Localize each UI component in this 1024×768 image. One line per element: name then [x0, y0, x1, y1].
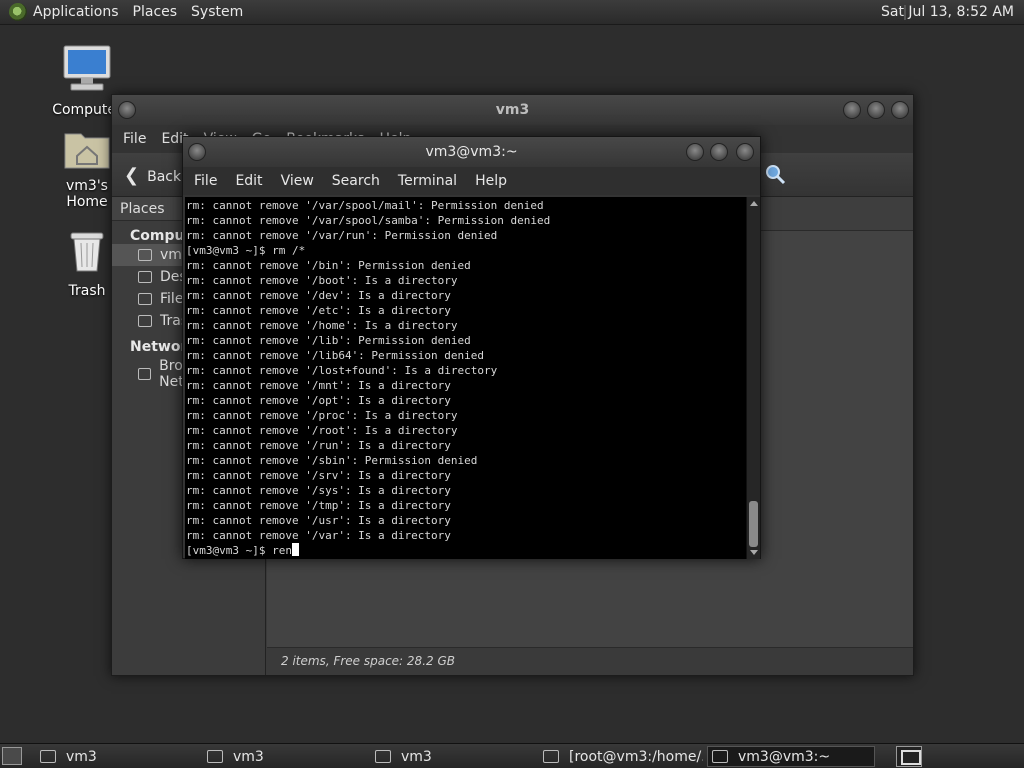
- taskbar-item-vm3-2[interactable]: vm3: [203, 746, 363, 767]
- terminal-prompt-line: [vm3@vm3 ~]$ ren: [186, 543, 746, 558]
- terminal-window[interactable]: vm3@vm3:~ File Edit View Search Terminal…: [182, 136, 761, 559]
- terminal-output-line: rm: cannot remove '/sys': Is a directory: [186, 484, 451, 497]
- terminal-output-line: rm: cannot remove '/mnt': Is a directory: [186, 379, 451, 392]
- fm-menu-file[interactable]: File: [123, 131, 146, 147]
- terminal-output-line: rm: cannot remove '/var/spool/mail': Per…: [186, 199, 544, 212]
- bottom-taskbar: vm3 vm3 vm3 [root@vm3:/home/... vm3@vm3:…: [0, 743, 1024, 768]
- terminal-input[interactable]: ren: [272, 544, 292, 557]
- search-icon[interactable]: [764, 163, 786, 185]
- taskbar-item-vm3-1[interactable]: vm3: [36, 746, 196, 767]
- terminal-window-title: vm3@vm3:~: [425, 144, 518, 160]
- desktop-icon: [138, 271, 152, 283]
- terminal-titlebar[interactable]: vm3@vm3:~: [183, 137, 760, 167]
- back-label: Back: [147, 169, 182, 185]
- terminal-output-line: rm: cannot remove '/etc': Is a directory: [186, 304, 451, 317]
- terminal-output-line: rm: cannot remove '/var/run': Permission…: [186, 229, 498, 242]
- trash-icon: [138, 315, 152, 327]
- taskbar-item-label: vm3: [233, 748, 264, 765]
- scroll-up-icon[interactable]: [750, 201, 758, 206]
- home-folder-icon: [64, 133, 110, 169]
- taskbar-item-label: vm3: [66, 748, 97, 765]
- terminal-output-line: rm: cannot remove '/opt': Is a directory: [186, 394, 451, 407]
- terminal-output-line: rm: cannot remove '/sbin': Permission de…: [186, 454, 478, 467]
- terminal-output-line: rm: cannot remove '/dev': Is a directory: [186, 289, 451, 302]
- taskbar-item-vm3-terminal[interactable]: vm3@vm3:~: [707, 746, 875, 767]
- terminal-output-line: rm: cannot remove '/lib': Permission den…: [186, 334, 471, 347]
- fm-titlebar[interactable]: vm3: [112, 95, 913, 125]
- terminal-output-line: rm: cannot remove '/home': Is a director…: [186, 319, 458, 332]
- scroll-down-icon[interactable]: [750, 550, 758, 555]
- terminal-output-line: rm: cannot remove '/root': Is a director…: [186, 424, 458, 437]
- terminal-prompt: [vm3@vm3 ~]$: [186, 544, 273, 557]
- taskbar-item-label: vm3: [401, 748, 432, 765]
- maximize-button[interactable]: [867, 101, 885, 119]
- back-arrow-icon: ❮: [124, 165, 140, 186]
- taskbar-item-root-terminal[interactable]: [root@vm3:/home/...: [539, 746, 703, 767]
- term-menu-terminal[interactable]: Terminal: [398, 173, 457, 189]
- taskbar-item-vm3-3[interactable]: vm3: [371, 746, 531, 767]
- term-menu-edit[interactable]: Edit: [235, 173, 262, 189]
- term-menu-file[interactable]: File: [194, 173, 217, 189]
- menu-system[interactable]: System: [191, 4, 243, 20]
- workspace-switcher[interactable]: [896, 746, 922, 767]
- taskbar-item-label: vm3@vm3:~: [738, 748, 831, 765]
- menu-applications[interactable]: Applications: [33, 4, 119, 20]
- folder-icon: [40, 750, 56, 763]
- taskbar-item-label: [root@vm3:/home/...: [569, 748, 703, 765]
- fm-window-title: vm3: [495, 102, 530, 118]
- terminal-icon: [712, 750, 728, 763]
- term-menu-help[interactable]: Help: [475, 173, 507, 189]
- menu-places[interactable]: Places: [133, 4, 178, 20]
- terminal-output-line: rm: cannot remove '/tmp': Is a directory: [186, 499, 451, 512]
- term-menu-view[interactable]: View: [281, 173, 314, 189]
- close-button[interactable]: [891, 101, 909, 119]
- maximize-button[interactable]: [710, 143, 728, 161]
- terminal-output-line: rm: cannot remove '/lib64': Permission d…: [186, 349, 485, 362]
- terminal-output-line: [vm3@vm3 ~]$ rm /*: [186, 244, 306, 257]
- terminal-output-line: rm: cannot remove '/run': Is a directory: [186, 439, 451, 452]
- network-icon: [138, 368, 152, 380]
- terminal-output-line: rm: cannot remove '/boot': Is a director…: [186, 274, 458, 287]
- text-cursor: [291, 543, 299, 556]
- trash-icon: [70, 232, 104, 272]
- terminal-scrollbar[interactable]: [746, 197, 760, 559]
- terminal-output-line: rm: cannot remove '/var': Is a directory: [186, 529, 451, 542]
- terminal-output-line: rm: cannot remove '/lost+found': Is a di…: [186, 364, 498, 377]
- terminal-output-line: rm: cannot remove '/proc': Is a director…: [186, 409, 458, 422]
- terminal-output-line: rm: cannot remove '/usr': Is a directory: [186, 514, 451, 527]
- folder-icon: [207, 750, 223, 763]
- terminal-screen[interactable]: rm: cannot remove '/var/spool/mail': Per…: [185, 197, 746, 559]
- terminal-output-line: rm: cannot remove '/var/spool/samba': Pe…: [186, 214, 551, 227]
- drive-icon: [138, 293, 152, 305]
- back-button[interactable]: ❮ Back: [124, 165, 181, 186]
- scroll-thumb[interactable]: [749, 501, 758, 547]
- show-desktop-button[interactable]: [2, 747, 22, 765]
- close-button[interactable]: [736, 143, 754, 161]
- fm-statusbar: 2 items, Free space: 28.2 GB: [267, 647, 913, 675]
- term-menu-search[interactable]: Search: [332, 173, 380, 189]
- minimize-button[interactable]: [843, 101, 861, 119]
- distro-logo-icon[interactable]: [9, 3, 27, 21]
- top-panel: Applications Places System Sat Jul 13, 8…: [0, 0, 1024, 25]
- computer-icon: [63, 45, 111, 91]
- minimize-button[interactable]: [686, 143, 704, 161]
- terminal-output-line: rm: cannot remove '/bin': Permission den…: [186, 259, 471, 272]
- terminal-icon: [543, 750, 559, 763]
- clock[interactable]: Sat Jul 13, 8:52 AM: [881, 4, 1014, 20]
- home-icon: [138, 249, 152, 261]
- folder-icon: [375, 750, 391, 763]
- terminal-menubar: File Edit View Search Terminal Help: [183, 167, 760, 195]
- terminal-output-line: rm: cannot remove '/srv': Is a directory: [186, 469, 451, 482]
